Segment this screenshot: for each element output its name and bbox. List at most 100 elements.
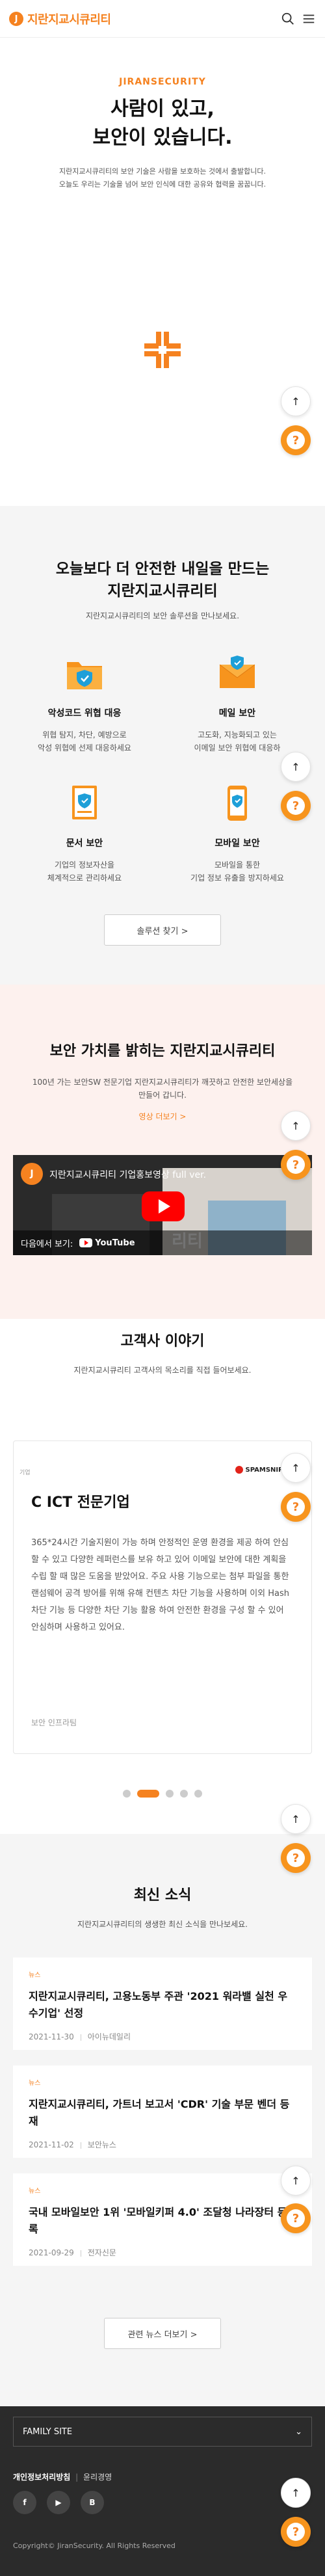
document-shield-icon bbox=[72, 786, 97, 819]
scroll-top-button[interactable]: ↑ bbox=[281, 752, 311, 782]
news-date: 2021-11-30 bbox=[29, 2032, 74, 2041]
solution-name: 악성코드 위협 대응 bbox=[47, 708, 122, 719]
help-button[interactable]: ? bbox=[281, 2203, 311, 2233]
help-button[interactable]: ? bbox=[281, 1843, 311, 1873]
more-videos-link[interactable]: 영상 더보기 > bbox=[0, 1111, 325, 1122]
scroll-top-button[interactable]: ↑ bbox=[281, 386, 311, 416]
site-logo[interactable]: J 지란지교시큐리티 bbox=[9, 10, 111, 27]
testimonials-title: 고객사 이야기 bbox=[120, 1333, 205, 1349]
news-headline[interactable]: 지란지교시큐리티, 고용노동부 주관 '2021 워라밸 실천 우수기업' 선정 bbox=[29, 1988, 296, 2022]
solution-desc: 위협 탐지, 차단, 예방으로 악성 위협에 선제 대응하세요 bbox=[20, 728, 150, 754]
news-source: 전자신문 bbox=[87, 2248, 116, 2257]
player-title[interactable]: 지란지교시큐리티 기업홍보영상 full ver. bbox=[49, 1168, 206, 1181]
ethics-link[interactable]: 윤리경영 bbox=[83, 2473, 112, 2482]
solution-desc-line2: 체계적으로 관리하세요 bbox=[47, 873, 122, 883]
arrow-up-icon: ↑ bbox=[291, 2174, 300, 2187]
folder-shield-icon bbox=[67, 662, 102, 689]
carousel-dot[interactable] bbox=[137, 1790, 159, 1798]
arrow-up-icon: ↑ bbox=[291, 395, 300, 408]
question-icon: ? bbox=[287, 431, 305, 449]
question-icon: ? bbox=[287, 797, 305, 815]
solution-desc-line1: 고도화, 지능화되고 있는 bbox=[198, 730, 277, 739]
family-site-label: FAMILY SITE bbox=[23, 2426, 73, 2437]
news-category: 뉴스 bbox=[29, 1972, 41, 1979]
news-headline[interactable]: 국내 모바일보안 1위 '모바일키퍼 4.0' 조달청 나라장터 등록 bbox=[29, 2204, 296, 2238]
news-date: 2021-11-02 bbox=[29, 2140, 74, 2149]
help-button[interactable]: ? bbox=[281, 791, 311, 821]
channel-avatar[interactable]: J bbox=[21, 1163, 43, 1185]
youtube-player[interactable]: 리티 J 지란지교시큐리티 기업홍보영상 full ver. ⋮ 다음에서 보기… bbox=[13, 1155, 312, 1255]
arrow-up-icon: ↑ bbox=[291, 2486, 300, 2499]
carousel-dot[interactable] bbox=[180, 1790, 188, 1798]
footer-links: 개인정보처리방침 | 윤리경영 bbox=[13, 2471, 112, 2482]
scroll-top-button[interactable]: ↑ bbox=[281, 2478, 311, 2508]
help-button[interactable]: ? bbox=[281, 2517, 311, 2547]
solution-item-mail[interactable]: 메일 보안 고도화, 지능화되고 있는 이메일 보안 위협에 대응하 bbox=[172, 650, 302, 754]
intro-text-line1: 지란지교시큐리티의 보안 기술은 사람을 보호하는 것에서 출발합니다. bbox=[59, 167, 266, 176]
carousel-pagination bbox=[0, 1790, 325, 1798]
help-button[interactable]: ? bbox=[281, 1150, 311, 1180]
solution-desc-line1: 기업의 정보자산을 bbox=[54, 860, 115, 870]
solution-desc-line1: 위협 탐지, 차단, 예방으로 bbox=[42, 730, 127, 739]
family-site-select[interactable]: FAMILY SITE ⌄ bbox=[13, 2417, 312, 2447]
intro-title: 사람이 있고, 보안이 있습니다. bbox=[0, 95, 325, 152]
video-text: 100년 가는 보안SW 전문기업 지란지교시큐리티가 깨끗하고 안전한 보안세… bbox=[13, 1076, 312, 1102]
play-button[interactable] bbox=[142, 1191, 185, 1221]
scroll-top-button[interactable]: ↑ bbox=[281, 1804, 311, 1834]
watch-next-label: 다음에서 보기: bbox=[21, 1239, 73, 1249]
question-icon: ? bbox=[287, 2523, 305, 2541]
news-item[interactable]: 뉴스 국내 모바일보안 1위 '모바일키퍼 4.0' 조달청 나라장터 등록 2… bbox=[13, 2173, 312, 2266]
solution-item-mobile[interactable]: 모바일 보안 모바일을 통한 기업 정보 유출을 방지하세요 bbox=[172, 780, 302, 884]
solution-desc: 고도화, 지능화되고 있는 이메일 보안 위협에 대응하 bbox=[172, 728, 302, 754]
carousel-dot[interactable] bbox=[166, 1790, 174, 1798]
news-headline[interactable]: 지란지교시큐리티, 가트너 보고서 'CDR' 기술 부문 벤더 등재 bbox=[29, 2096, 296, 2130]
video-text-line1: 100년 가는 보안SW 전문기업 지란지교시큐리티가 깨끗하고 안전한 보안세… bbox=[32, 1078, 293, 1087]
carousel-dot[interactable] bbox=[194, 1790, 202, 1798]
scroll-top-button[interactable]: ↑ bbox=[281, 1453, 311, 1483]
find-solution-button[interactable]: 솔루션 찾기 > bbox=[104, 914, 221, 946]
testimonial-tag: 기업 bbox=[20, 1470, 31, 1476]
news-category: 뉴스 bbox=[29, 2080, 41, 2087]
solution-item-malware[interactable]: 악성코드 위협 대응 위협 탐지, 차단, 예방으로 악성 위협에 선제 대응하… bbox=[20, 650, 150, 754]
help-button[interactable]: ? bbox=[281, 425, 311, 455]
arrow-up-icon: ↑ bbox=[291, 1812, 300, 1826]
scroll-top-button[interactable]: ↑ bbox=[281, 1111, 311, 1141]
facebook-icon[interactable]: f bbox=[13, 2491, 36, 2514]
privacy-policy-link[interactable]: 개인정보처리방침 bbox=[13, 2473, 70, 2482]
question-icon: ? bbox=[287, 2209, 305, 2227]
testimonial-company: C ICT 전문기업 bbox=[31, 1494, 130, 1511]
solution-desc-line2: 기업 정보 유출을 방지하세요 bbox=[190, 873, 284, 883]
question-icon: ? bbox=[287, 1498, 305, 1516]
intro-title-line2: 보안이 있습니다. bbox=[92, 126, 233, 149]
intro-eyebrow: JIRANSECURITY bbox=[119, 77, 206, 87]
arrow-up-icon: ↑ bbox=[291, 760, 300, 773]
video-title: 보안 가치를 밝히는 지란지교시큐리티 bbox=[49, 1043, 276, 1059]
intro-text-line2: 오늘도 우리는 기술을 넘어 보안 인식에 대한 공유와 협력을 꿈꿉니다. bbox=[58, 180, 266, 189]
news-item[interactable]: 뉴스 지란지교시큐리티, 고용노동부 주관 '2021 워라밸 실천 우수기업'… bbox=[13, 1958, 312, 2050]
copyright: Copyright© JiranSecurity. All Rights Res… bbox=[13, 2542, 176, 2550]
news-item[interactable]: 뉴스 지란지교시큐리티, 가트너 보고서 'CDR' 기술 부문 벤더 등재 2… bbox=[13, 2065, 312, 2158]
news-meta: 2021-11-30 아이뉴데일리 bbox=[29, 2031, 296, 2042]
search-icon[interactable] bbox=[281, 12, 295, 26]
video-text-line2: 만들어 갑니다. bbox=[138, 1091, 187, 1100]
mobile-shield-icon bbox=[228, 786, 247, 821]
mail-shield-icon bbox=[219, 656, 255, 688]
solution-name: 메일 보안 bbox=[218, 708, 256, 719]
carousel-dot[interactable] bbox=[123, 1790, 131, 1798]
video-section bbox=[0, 985, 325, 1319]
watch-on-youtube[interactable]: 다음에서 보기: YouTube bbox=[13, 1230, 312, 1255]
youtube-icon[interactable]: ▶ bbox=[47, 2491, 70, 2514]
help-button[interactable]: ? bbox=[281, 1492, 311, 1522]
youtube-logo[interactable]: YouTube bbox=[79, 1238, 135, 1248]
blog-icon[interactable]: B bbox=[81, 2491, 104, 2514]
scroll-top-button[interactable]: ↑ bbox=[281, 2166, 311, 2196]
solution-item-document[interactable]: 문서 보안 기업의 정보자산을 체계적으로 관리하세요 bbox=[20, 780, 150, 884]
news-title: 최신 소식 bbox=[133, 1887, 192, 1904]
solution-desc-line2: 이메일 보안 위협에 대응하 bbox=[194, 743, 281, 752]
more-news-button[interactable]: 관련 뉴스 더보기 > bbox=[104, 2318, 221, 2349]
menu-icon[interactable] bbox=[302, 12, 316, 26]
solution-desc-line2: 악성 위협에 선제 대응하세요 bbox=[38, 743, 131, 752]
site-header: J 지란지교시큐리티 bbox=[0, 0, 325, 38]
intro-text: 지란지교시큐리티의 보안 기술은 사람을 보호하는 것에서 출발합니다. 오늘도… bbox=[26, 165, 299, 191]
logo-mark-icon: J bbox=[9, 12, 23, 26]
